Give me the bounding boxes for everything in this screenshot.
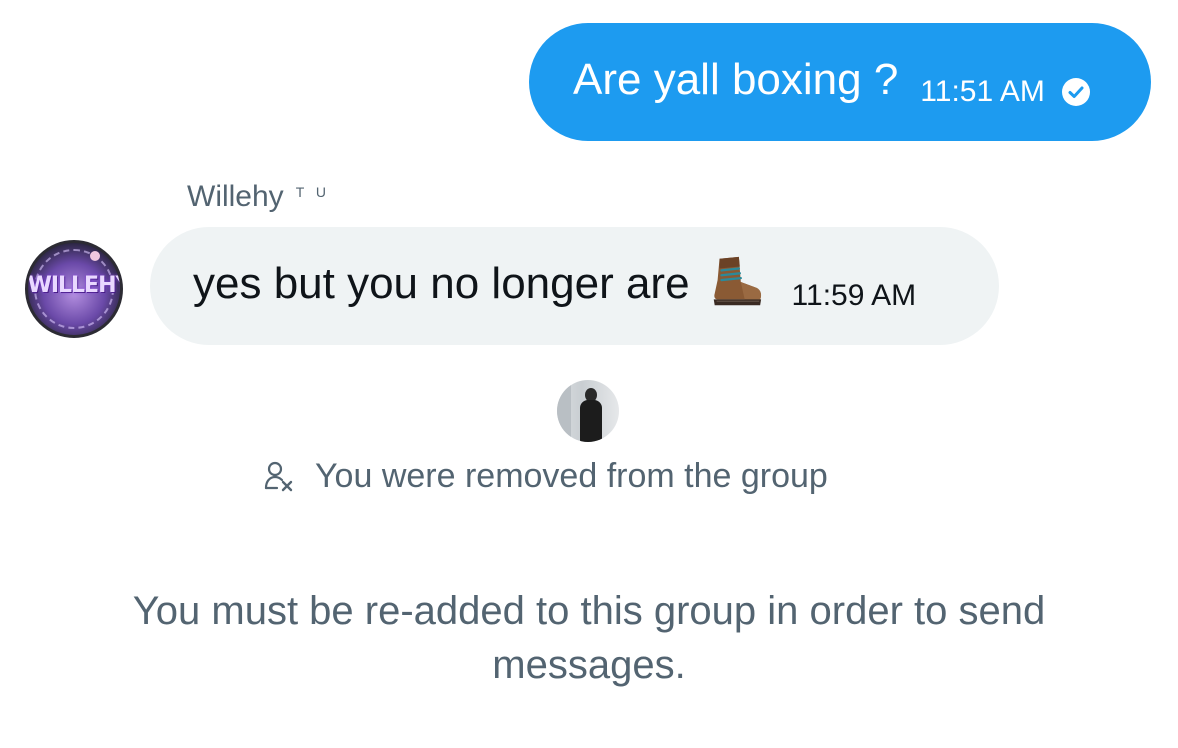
sender-display-name: Willehy [187,180,284,213]
sender-avatar[interactable]: WILLEHY [25,240,123,338]
outgoing-message-bubble[interactable]: Are yall boxing ? 11:51 AM [529,23,1151,141]
avatar-photo-background [557,380,571,442]
incoming-message-text: yes but you no longer are [193,259,690,308]
incoming-message-bubble[interactable]: yes but you no longer are 11:59 AM [150,227,999,345]
sender-badge: T U [295,184,330,200]
avatar-photo-person-body [580,400,602,442]
user-remove-icon [264,461,293,492]
event-user-avatar[interactable] [557,380,619,442]
dm-conversation: Are yall boxing ? 11:51 AM Willehy T U W… [0,0,1178,748]
sender-name[interactable]: Willehy T U [187,180,330,214]
incoming-message-time: 11:59 AM [791,279,917,312]
outgoing-message-time: 11:51 AM [920,75,1045,108]
hiking-boot-icon [713,256,761,306]
outgoing-message-text: Are yall boxing ? [573,55,899,104]
removed-from-group-notice: You were removed from the group [263,452,828,500]
avatar-decoration [90,251,100,261]
removed-notice-text: You were removed from the group [315,456,828,495]
avatar-logo-text: WILLEHY [27,273,123,298]
readd-required-message: You must be re-added to this group in or… [132,589,1046,687]
sent-check-icon [1061,78,1090,106]
